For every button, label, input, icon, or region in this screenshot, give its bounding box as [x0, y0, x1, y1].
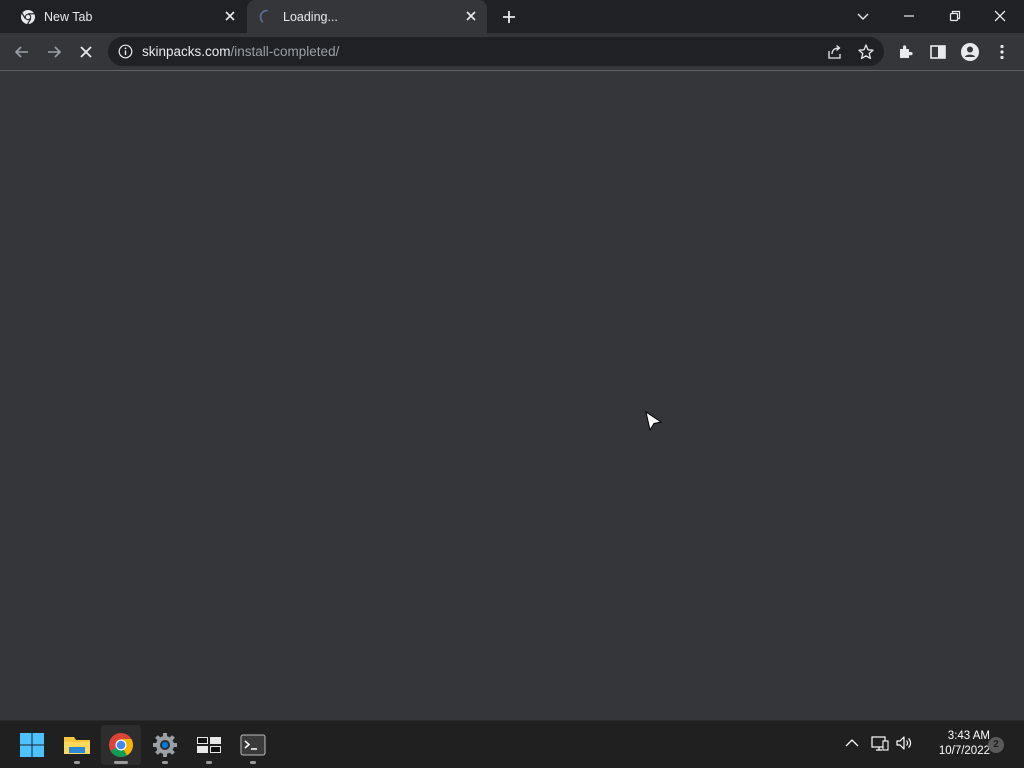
forward-arrow-icon[interactable] — [44, 42, 64, 62]
taskbar-terminal[interactable] — [233, 725, 273, 765]
system-clock[interactable]: 3:43 AM 10/7/2022 — [918, 729, 990, 759]
settings-icon — [153, 733, 177, 757]
chrome-icon — [109, 733, 134, 758]
file-explorer-icon — [64, 737, 90, 754]
running-indicator — [74, 761, 80, 764]
extensions-puzzle-icon[interactable] — [896, 42, 916, 62]
page-content — [0, 71, 1024, 720]
share-icon[interactable] — [826, 43, 844, 61]
address-bar[interactable]: skinpacks.com/install-completed/ — [108, 37, 884, 66]
task-view-icon — [197, 737, 221, 753]
url-text: skinpacks.com/install-completed/ — [142, 44, 339, 59]
start-icon — [20, 733, 44, 757]
running-indicator — [250, 761, 256, 764]
running-indicator — [162, 761, 168, 764]
show-hidden-icons-chevron-up-icon[interactable] — [842, 733, 862, 753]
site-info-icon[interactable] — [118, 44, 133, 59]
loading-spinner-icon — [259, 9, 268, 23]
running-indicator — [114, 761, 128, 764]
tab-search-chevron-down-icon[interactable] — [851, 4, 875, 28]
running-indicator — [206, 761, 212, 764]
taskbar: 3:43 AM 10/7/2022 2 — [0, 720, 1024, 768]
restore-window-icon[interactable] — [943, 4, 967, 28]
close-tab-icon[interactable] — [222, 8, 238, 24]
taskbar-task-view[interactable] — [189, 725, 229, 765]
mouse-cursor-icon — [645, 411, 663, 432]
chrome-icon — [21, 10, 35, 25]
taskbar-file-explorer[interactable] — [57, 725, 97, 765]
tab-strip: New Tab Loading... — [0, 0, 1024, 34]
tab-new-tab[interactable]: New Tab — [8, 0, 246, 34]
tab-loading[interactable]: Loading... — [247, 0, 487, 34]
new-tab-plus-icon[interactable] — [500, 8, 518, 26]
start-button[interactable] — [12, 725, 52, 765]
close-window-icon[interactable] — [988, 4, 1012, 28]
browser-toolbar: skinpacks.com/install-completed/ — [0, 33, 1024, 71]
url-path: /install-completed/ — [230, 44, 340, 59]
notification-badge[interactable]: 2 — [988, 737, 1004, 753]
back-arrow-icon[interactable] — [12, 42, 32, 62]
taskbar-chrome[interactable] — [101, 725, 141, 765]
volume-icon[interactable] — [894, 733, 914, 753]
close-tab-icon[interactable] — [463, 8, 479, 24]
url-host: skinpacks.com — [142, 44, 231, 59]
minimize-icon[interactable] — [897, 4, 921, 28]
tab-title: New Tab — [44, 10, 93, 24]
terminal-icon — [240, 734, 266, 756]
taskbar-settings[interactable] — [145, 725, 185, 765]
network-icon[interactable] — [870, 733, 890, 753]
side-panel-icon[interactable] — [928, 42, 948, 62]
clock-date: 10/7/2022 — [938, 745, 990, 757]
more-menu-icon[interactable] — [992, 42, 1012, 62]
clock-time: 3:43 AM — [947, 730, 990, 742]
stop-loading-icon[interactable] — [76, 42, 96, 62]
tab-title: Loading... — [283, 10, 338, 24]
bookmark-star-icon[interactable] — [857, 43, 875, 61]
profile-avatar-icon[interactable] — [960, 42, 980, 62]
